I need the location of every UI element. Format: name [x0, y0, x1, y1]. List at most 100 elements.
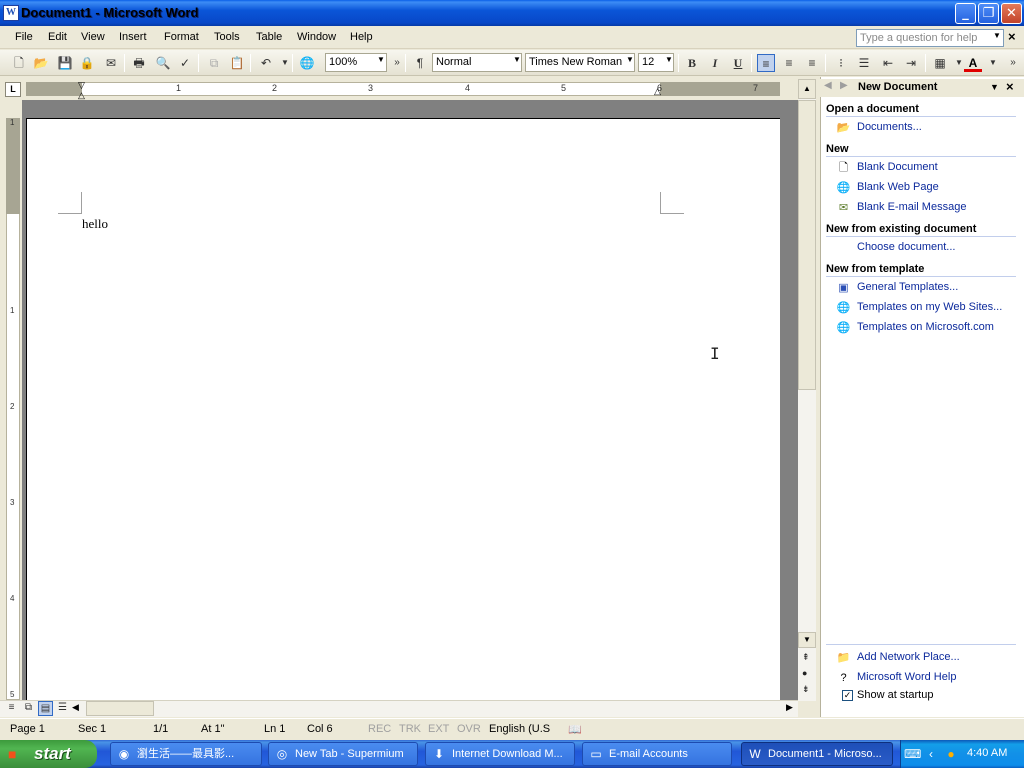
increase-indent-icon[interactable]: ⇥	[902, 54, 920, 72]
menu-table[interactable]: Table	[256, 31, 282, 43]
documents-link[interactable]: Documents...	[857, 121, 922, 133]
right-indent-marker[interactable]: △	[654, 86, 661, 97]
menu-window[interactable]: Window	[297, 31, 336, 43]
status-trk[interactable]: TRK	[399, 723, 421, 735]
bullets-icon[interactable]: ☰	[855, 54, 873, 72]
minimize-button[interactable]: _	[955, 3, 976, 24]
close-document-button[interactable]: ×	[1008, 29, 1016, 44]
tab-selector[interactable]: L	[5, 82, 21, 97]
status-rec[interactable]: REC	[368, 723, 391, 735]
word-app-icon[interactable]: W	[3, 5, 19, 21]
previous-page-icon[interactable]: ⇞	[802, 652, 810, 663]
show-at-startup-checkbox[interactable]: ✓	[842, 690, 853, 701]
status-at: At 1"	[201, 723, 225, 735]
keyboard-icon[interactable]: ⌨	[904, 746, 921, 762]
chevron-down-icon[interactable]: ▼	[993, 31, 1001, 40]
task-pane-title[interactable]: New Document	[858, 81, 937, 93]
permission-icon[interactable]: 🔒	[78, 54, 96, 72]
styles-pane-icon[interactable]: ¶	[411, 54, 429, 72]
globe-icon[interactable]: 🌐	[298, 54, 316, 72]
font-color-icon[interactable]: A	[964, 54, 982, 72]
scroll-right-button[interactable]: ▶	[786, 702, 793, 713]
decrease-indent-icon[interactable]: ⇤	[879, 54, 897, 72]
status-language: English (U.S	[489, 723, 551, 735]
open-folder-icon[interactable]: 📂	[32, 54, 50, 72]
print-icon[interactable]: 🖶	[130, 54, 148, 72]
italic-button[interactable]: I	[706, 54, 724, 72]
outline-view-icon[interactable]: ☰	[55, 701, 70, 716]
chevron-down-icon[interactable]: ▼	[990, 82, 999, 92]
font-color-dropdown-icon[interactable]: ▼	[984, 54, 1002, 72]
save-icon[interactable]: 💾	[56, 54, 74, 72]
browser-tray-icon[interactable]: ●	[943, 746, 959, 762]
style-combo[interactable]: Normal	[432, 53, 522, 72]
font-dropdown-icon[interactable]: ▼	[626, 55, 634, 64]
ruler-number: 1	[10, 306, 15, 315]
choose-document-link[interactable]: Choose document...	[857, 241, 955, 253]
copy-icon[interactable]: ⧉	[205, 54, 223, 72]
undo-icon[interactable]: ↶	[257, 54, 275, 72]
web-sites-templates-link[interactable]: Templates on my Web Sites...	[857, 301, 1002, 313]
align-center-icon[interactable]: ≡	[780, 54, 798, 72]
taskbar-item-active[interactable]: Document1 - Microso...	[741, 742, 893, 766]
menu-insert[interactable]: Insert	[119, 31, 147, 43]
menu-tools[interactable]: Tools	[214, 31, 240, 43]
email-icon[interactable]: ✉	[102, 54, 120, 72]
print-preview-icon[interactable]: 🔍	[154, 54, 172, 72]
status-ovr[interactable]: OVR	[457, 723, 481, 735]
more-buttons-icon[interactable]: »	[388, 54, 406, 72]
tray-expand-icon[interactable]: ‹	[923, 746, 939, 762]
new-document-icon[interactable]: 🗋	[10, 54, 28, 72]
toolbar-separator	[751, 54, 752, 72]
menu-edit[interactable]: Edit	[48, 31, 67, 43]
general-templates-link[interactable]: General Templates...	[857, 281, 958, 293]
normal-view-icon[interactable]: ≡	[4, 701, 19, 716]
scroll-left-button[interactable]: ◀	[72, 702, 79, 713]
close-button[interactable]: ✕	[1001, 3, 1022, 24]
maximize-button[interactable]: ❐	[978, 3, 999, 24]
back-arrow-icon[interactable]: ◀	[824, 80, 832, 91]
menu-help[interactable]: Help	[350, 31, 373, 43]
underline-button[interactable]: U	[729, 54, 747, 72]
scroll-down-button[interactable]: ▼	[798, 632, 816, 648]
taskbar-item[interactable]: New Tab - Supermium	[268, 742, 418, 766]
ask-question-input[interactable]: Type a question for help	[856, 29, 1004, 47]
bold-button[interactable]: B	[683, 54, 701, 72]
style-dropdown-icon[interactable]: ▼	[513, 55, 521, 64]
blank-web-page-link[interactable]: Blank Web Page	[857, 181, 939, 193]
taskbar-item[interactable]: E-mail Accounts	[582, 742, 732, 766]
horizontal-scroll-thumb[interactable]	[86, 701, 154, 716]
word-help-link[interactable]: Microsoft Word Help	[857, 671, 956, 683]
menu-view[interactable]: View	[81, 31, 105, 43]
borders-icon[interactable]: ▦	[931, 54, 949, 72]
blank-email-link[interactable]: Blank E-mail Message	[857, 201, 966, 213]
microsoft-templates-link[interactable]: Templates on Microsoft.com	[857, 321, 994, 333]
taskbar-item[interactable]: 瀏生活——最具影...	[110, 742, 262, 766]
forward-arrow-icon[interactable]: ▶	[840, 80, 848, 91]
font-combo[interactable]: Times New Roman	[525, 53, 635, 72]
spelling-status-icon[interactable]: 📖	[568, 723, 582, 736]
menu-format[interactable]: Format	[164, 31, 199, 43]
menu-file[interactable]: File	[15, 31, 33, 43]
scroll-up-button[interactable]: ▲	[798, 79, 816, 99]
spelling-icon[interactable]: ✓	[176, 54, 194, 72]
web-layout-view-icon[interactable]: ⧉	[21, 701, 36, 716]
scroll-thumb[interactable]	[798, 100, 816, 390]
status-ext[interactable]: EXT	[428, 723, 449, 735]
blank-document-link[interactable]: Blank Document	[857, 161, 938, 173]
next-page-icon[interactable]: ⇟	[802, 684, 810, 695]
more-buttons-icon[interactable]: »	[1004, 54, 1022, 72]
add-network-place-link[interactable]: Add Network Place...	[857, 651, 960, 663]
task-pane-close-button[interactable]: ×	[1006, 79, 1014, 94]
font-size-dropdown-icon[interactable]: ▼	[665, 55, 673, 64]
zoom-dropdown-icon[interactable]: ▼	[377, 55, 385, 64]
align-right-icon[interactable]: ≡	[803, 54, 821, 72]
select-browse-object-icon[interactable]: ●	[802, 668, 807, 678]
print-layout-view-icon[interactable]: ▤	[38, 701, 53, 716]
taskbar-item[interactable]: Internet Download M...	[425, 742, 575, 766]
document-text[interactable]: hello	[82, 216, 108, 232]
paste-icon[interactable]: 📋	[228, 54, 246, 72]
align-left-icon[interactable]: ≡	[757, 54, 775, 72]
numbering-icon[interactable]: ⁝	[832, 54, 850, 72]
clock[interactable]: 4:40 AM	[967, 747, 1007, 759]
